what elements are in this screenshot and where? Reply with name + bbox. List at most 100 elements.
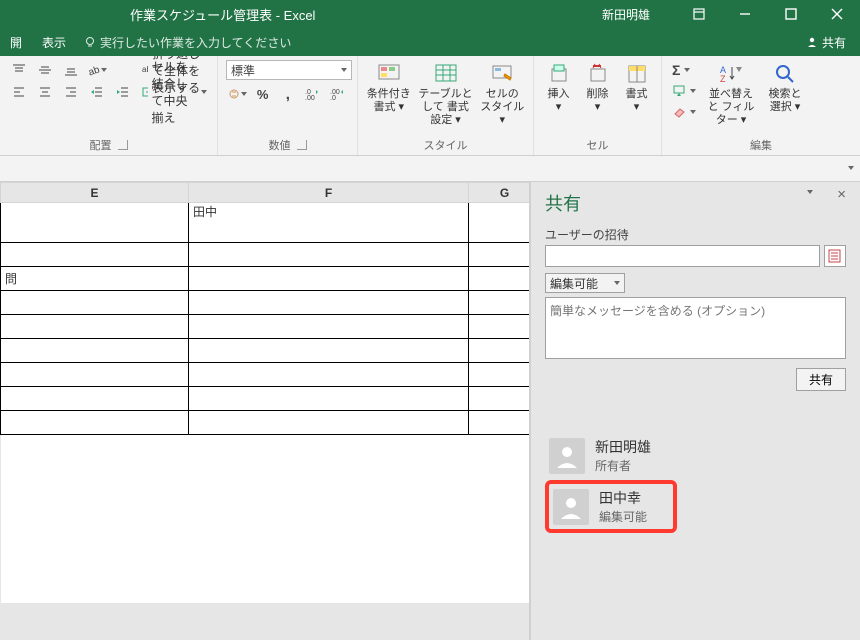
share-button-header[interactable]: 共有: [806, 34, 846, 51]
cell[interactable]: [469, 291, 531, 315]
minimize-icon[interactable]: [722, 0, 768, 28]
delete-icon: [587, 63, 609, 85]
cell[interactable]: [1, 411, 189, 435]
merge-center-button[interactable]: セルを結合して中央揃え: [140, 82, 209, 102]
panel-menu-icon[interactable]: [807, 190, 813, 194]
table-icon: [434, 62, 458, 86]
group-styles: 条件付き 書式 ▾ テーブルとして 書式設定 ▾ セルの スタイル ▾ スタイル: [358, 56, 534, 155]
decrease-indent-icon[interactable]: [86, 82, 108, 102]
cell[interactable]: [189, 339, 469, 363]
merge-icon: [142, 85, 148, 99]
cell[interactable]: [189, 411, 469, 435]
insert-button[interactable]: 挿入▾: [542, 60, 575, 114]
cell-style-icon: [490, 62, 514, 86]
cell[interactable]: [1, 243, 189, 267]
ribbon-display-icon[interactable]: [676, 0, 722, 28]
maximize-icon[interactable]: [768, 0, 814, 28]
cell[interactable]: [189, 291, 469, 315]
cell[interactable]: [469, 243, 531, 267]
svg-text:ab: ab: [142, 65, 148, 74]
svg-text:.0: .0: [330, 95, 336, 101]
column-header-g[interactable]: G: [469, 183, 531, 203]
person-role: 所有者: [595, 457, 651, 474]
menu-bar: 開 表示 実行したい作業を入力してください 共有: [0, 28, 860, 56]
tab-open[interactable]: 開: [0, 28, 32, 56]
column-header-f[interactable]: F: [189, 183, 469, 203]
format-button[interactable]: 書式▾: [620, 60, 653, 114]
address-book-icon[interactable]: [824, 245, 846, 267]
panel-close-icon[interactable]: ×: [837, 190, 846, 200]
align-bottom-icon[interactable]: [60, 60, 82, 80]
number-launcher-icon[interactable]: [297, 140, 307, 150]
cell[interactable]: [1, 291, 189, 315]
eraser-icon: [672, 106, 686, 118]
cell[interactable]: [469, 203, 531, 243]
number-format-combo[interactable]: 標準: [226, 60, 352, 80]
conditional-formatting-button[interactable]: 条件付き 書式 ▾: [366, 60, 412, 114]
orientation-icon[interactable]: ab: [86, 60, 108, 80]
cell[interactable]: [189, 267, 469, 291]
insert-icon: [548, 63, 570, 85]
formula-bar[interactable]: [0, 156, 860, 182]
cell[interactable]: [1, 203, 189, 243]
decrease-decimal-icon[interactable]: .00.0: [328, 84, 349, 104]
align-top-icon[interactable]: [8, 60, 30, 80]
cell[interactable]: [1, 339, 189, 363]
expand-formula-bar-icon[interactable]: [848, 166, 854, 170]
document-title: 作業スケジュール管理表 - Excel: [130, 5, 315, 24]
align-right-icon[interactable]: [60, 82, 82, 102]
comma-icon[interactable]: ,: [277, 84, 298, 104]
find-select-button[interactable]: 検索と 選択 ▾: [764, 60, 806, 114]
cell[interactable]: [1, 315, 189, 339]
accounting-format-icon[interactable]: [226, 84, 248, 104]
shared-person-owner[interactable]: 新田明雄 所有者: [545, 431, 846, 480]
cell[interactable]: [189, 387, 469, 411]
delete-button[interactable]: 削除▾: [581, 60, 614, 114]
align-center-icon[interactable]: [34, 82, 56, 102]
tab-view[interactable]: 表示: [32, 28, 76, 56]
cell[interactable]: [1, 363, 189, 387]
increase-indent-icon[interactable]: [112, 82, 134, 102]
cell-styles-button[interactable]: セルの スタイル ▾: [480, 60, 526, 127]
cell[interactable]: [189, 363, 469, 387]
autosum-button[interactable]: Σ: [670, 60, 698, 80]
invite-label: ユーザーの招待: [545, 226, 846, 243]
cell[interactable]: [469, 267, 531, 291]
group-alignment: ab ab 折り返して全体を表示する セルを結合して中央揃え: [0, 56, 218, 155]
percent-icon[interactable]: %: [252, 84, 273, 104]
cell[interactable]: [1, 387, 189, 411]
person-role: 編集可能: [599, 508, 647, 525]
shared-person-editor[interactable]: 田中幸 編集可能: [549, 486, 651, 527]
sort-filter-button[interactable]: AZ 並べ替えと フィルター ▾: [704, 60, 758, 127]
avatar-icon: [549, 438, 585, 474]
cell[interactable]: [189, 243, 469, 267]
cell[interactable]: [469, 387, 531, 411]
align-middle-icon[interactable]: [34, 60, 56, 80]
invite-input[interactable]: [545, 245, 820, 267]
share-submit-button[interactable]: 共有: [796, 368, 846, 391]
group-cells: 挿入▾ 削除▾ 書式▾ セル: [534, 56, 662, 155]
format-as-table-button[interactable]: テーブルとして 書式設定 ▾: [418, 60, 474, 127]
cell[interactable]: [469, 411, 531, 435]
cell[interactable]: [469, 339, 531, 363]
close-icon[interactable]: [814, 0, 860, 28]
increase-decimal-icon[interactable]: .0.00: [303, 84, 324, 104]
cell[interactable]: [189, 315, 469, 339]
alignment-launcher-icon[interactable]: [118, 140, 128, 150]
cell[interactable]: [469, 315, 531, 339]
align-left-icon[interactable]: [8, 82, 30, 102]
cell[interactable]: 田中: [189, 203, 469, 243]
worksheet-grid[interactable]: E F G 田中 問: [0, 182, 530, 640]
group-editing: Σ AZ 並べ替えと フィルター ▾ 検索と 選択 ▾ 編集: [662, 56, 860, 155]
fill-button[interactable]: [670, 81, 698, 101]
message-input[interactable]: [545, 297, 846, 359]
cell[interactable]: [469, 363, 531, 387]
clear-button[interactable]: [670, 102, 698, 122]
current-user[interactable]: 新田明雄: [602, 6, 650, 23]
permission-select[interactable]: 編集可能: [545, 273, 625, 293]
tell-me-search[interactable]: 実行したい作業を入力してください: [84, 34, 291, 51]
ribbon: ab ab 折り返して全体を表示する セルを結合して中央揃え: [0, 56, 860, 156]
avatar-icon: [553, 489, 589, 525]
column-header-e[interactable]: E: [1, 183, 189, 203]
cell[interactable]: 問: [1, 267, 189, 291]
